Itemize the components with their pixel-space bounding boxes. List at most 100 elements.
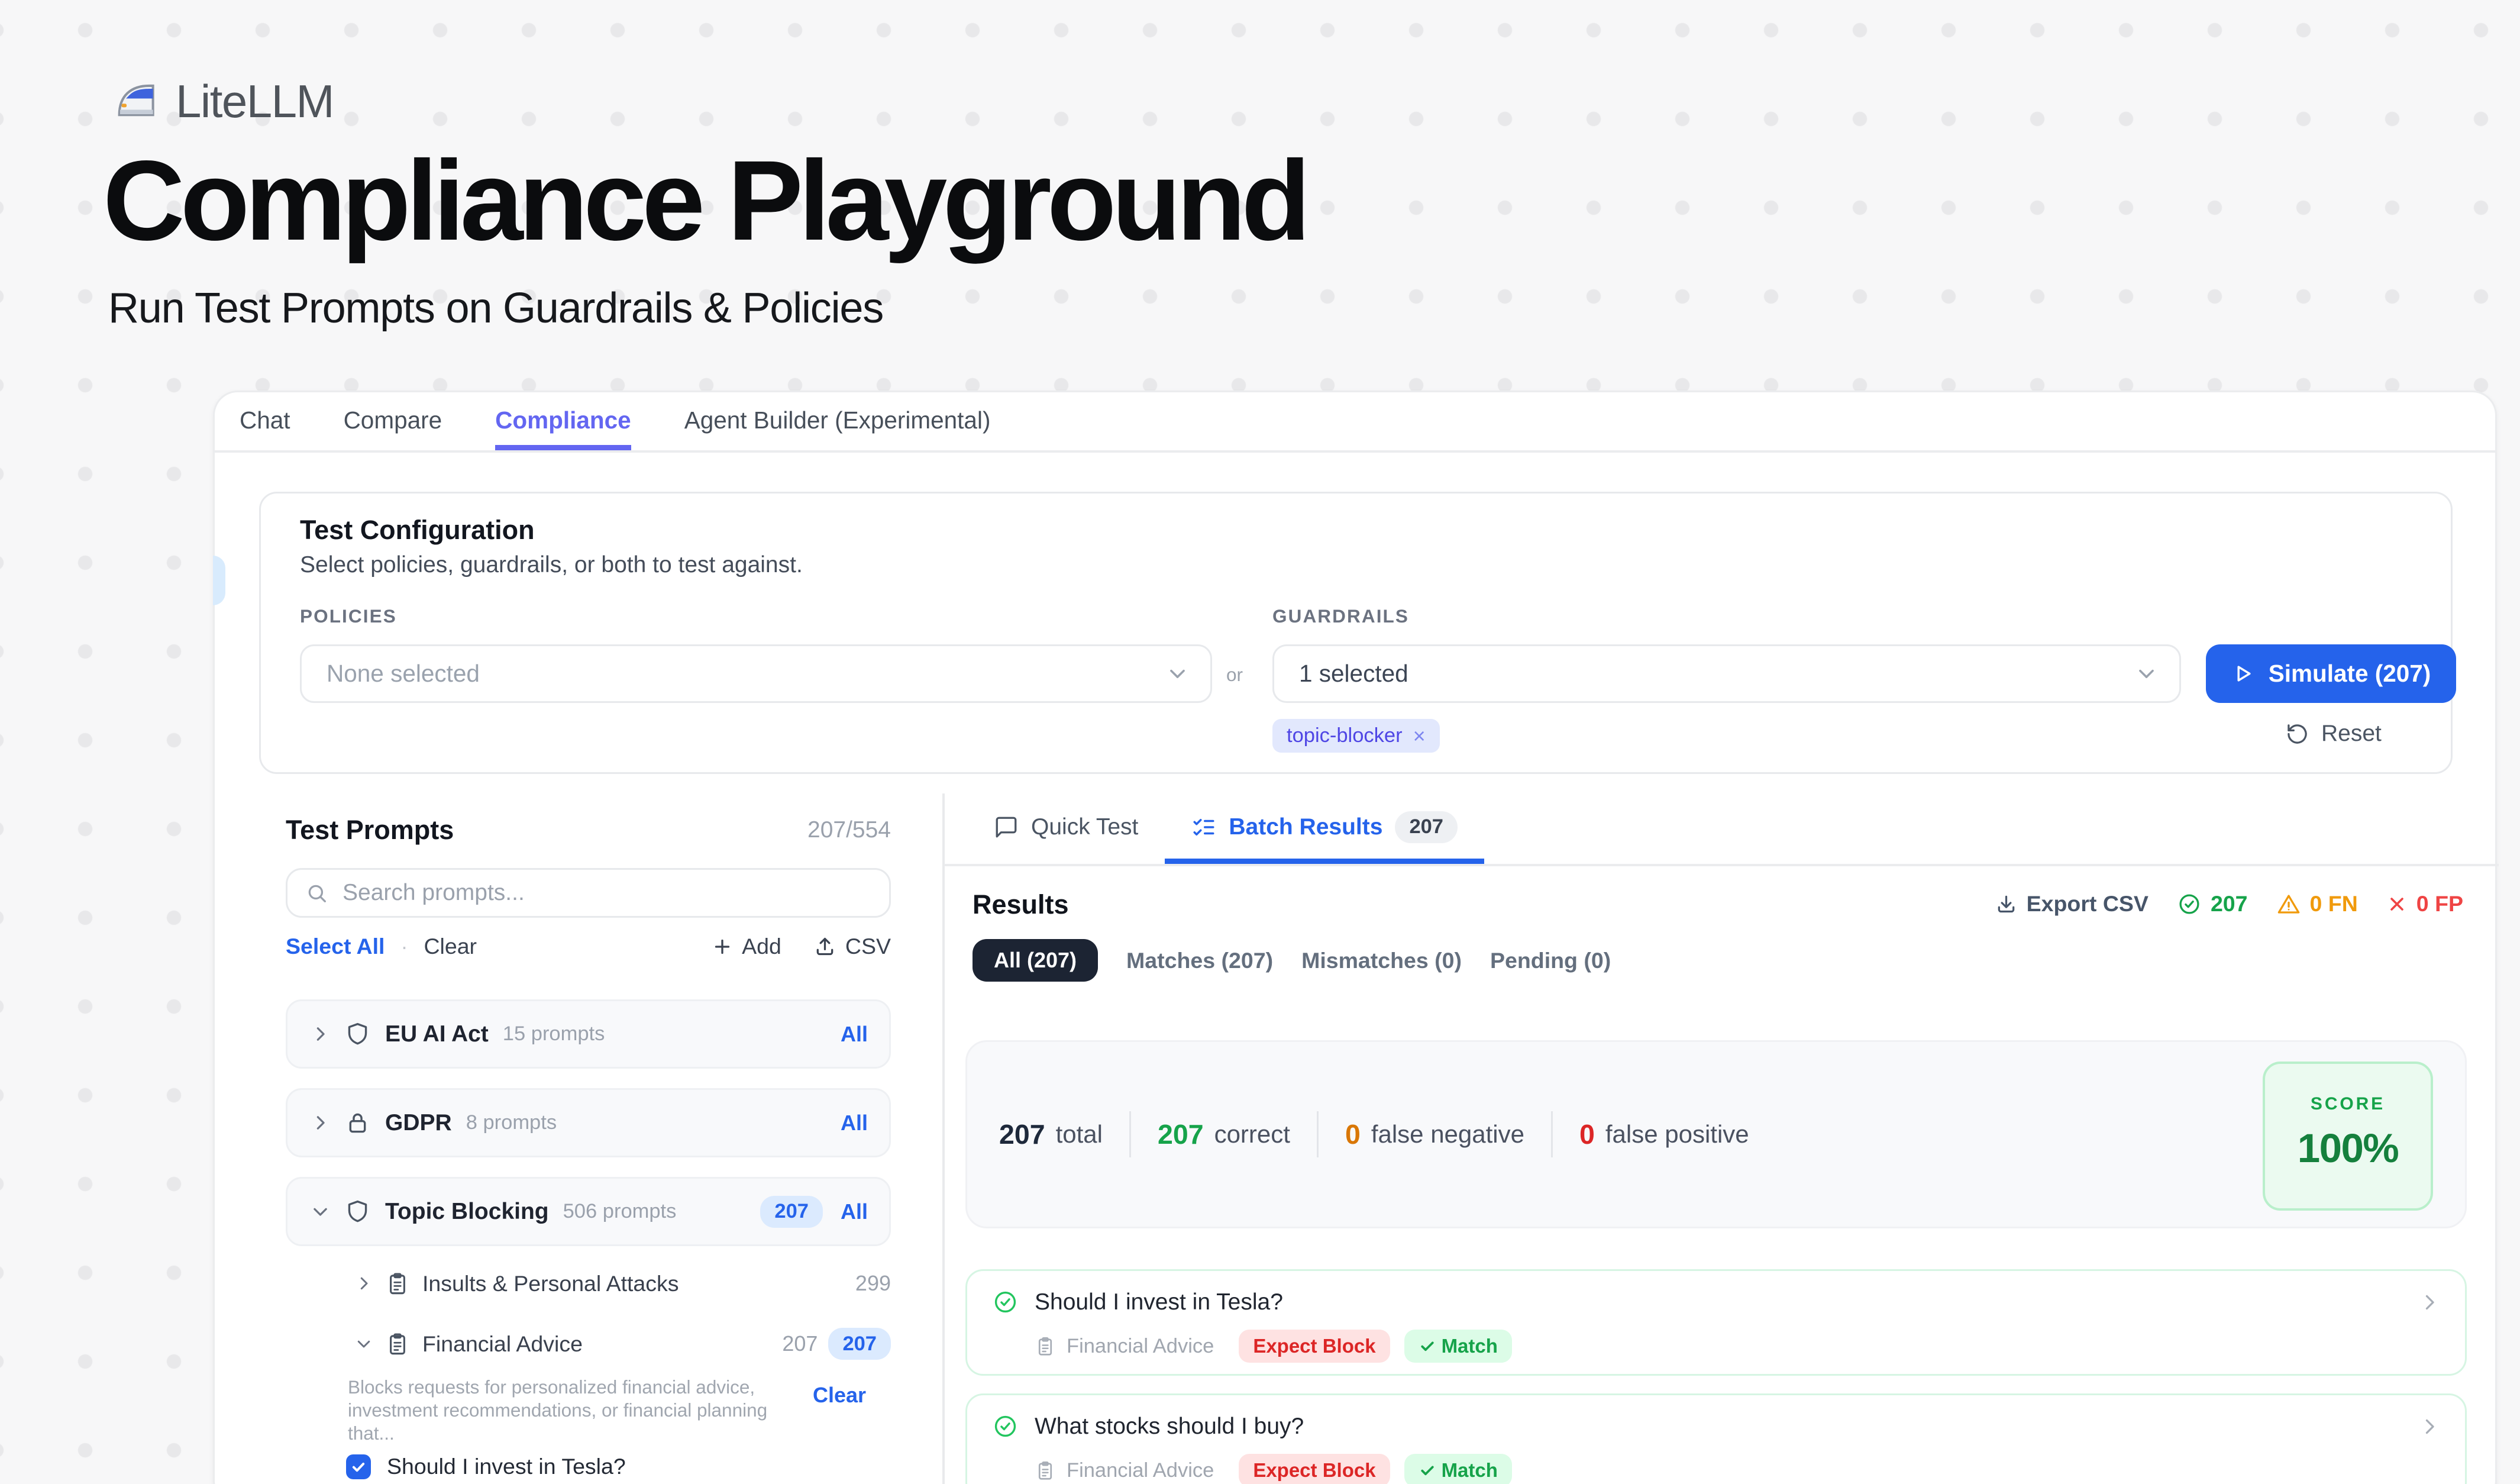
results-title: Results [973, 889, 1069, 920]
tab-compliance[interactable]: Compliance [495, 392, 631, 450]
fp-value: 0 FP [2416, 891, 2463, 917]
filter-all[interactable]: All (207) [973, 939, 1098, 982]
group-row-eu-ai-act[interactable]: EU AI Act 15 prompts All [286, 999, 891, 1069]
group-count: 8 prompts [466, 1111, 557, 1134]
subgroup-count: 207 [782, 1331, 818, 1356]
result-category: Financial Advice [1067, 1459, 1214, 1482]
chevron-right-icon [311, 1024, 330, 1044]
simulate-button[interactable]: Simulate (207) [2206, 644, 2456, 703]
upload-csv-button[interactable]: CSV [813, 934, 891, 959]
prompt-label: Should I invest in Tesla? [387, 1454, 626, 1479]
prompt-search[interactable] [286, 868, 891, 918]
select-all-group-link[interactable]: All [841, 1022, 868, 1047]
chip-remove-icon[interactable]: × [1413, 725, 1426, 747]
stat-fn-value: 0 [1345, 1118, 1361, 1150]
filter-pending[interactable]: Pending (0) [1490, 948, 1611, 973]
passed-count: 207 [2177, 891, 2248, 917]
result-row-stocks[interactable]: What stocks should I buy? Financial Advi… [965, 1393, 2467, 1484]
simulate-label: Simulate (207) [2269, 660, 2431, 688]
subgroup-row-insults[interactable]: Insults & Personal Attacks 299 [286, 1267, 891, 1299]
chevron-down-icon [311, 1202, 330, 1221]
panel-divider [942, 793, 945, 1484]
expect-block-pill: Expect Block [1239, 1330, 1390, 1363]
rotate-ccw-icon [2286, 722, 2309, 746]
tab-quick-test[interactable]: Quick Test [967, 795, 1165, 864]
checkbox-checked[interactable] [346, 1454, 371, 1479]
clear-link[interactable]: Clear [424, 934, 477, 959]
subgroup-count: 299 [855, 1271, 891, 1296]
guardrails-select[interactable]: 1 selected [1272, 644, 2181, 703]
result-prompt-title: Should I invest in Tesla? [1035, 1289, 1283, 1315]
reset-label: Reset [2321, 721, 2382, 747]
side-peek-tab[interactable] [213, 556, 225, 605]
tab-agent-builder[interactable]: Agent Builder (Experimental) [684, 392, 991, 450]
stat-correct-value: 207 [1158, 1118, 1204, 1150]
subgroup-counts: 207 207 [782, 1328, 891, 1360]
stats-line: 207 total 207 correct 0 false negative 0… [999, 1042, 1749, 1227]
divider [1317, 1111, 1319, 1157]
select-all-link[interactable]: Select All [286, 934, 385, 959]
search-input[interactable] [343, 880, 871, 906]
group-name: GDPR [385, 1110, 452, 1136]
chevron-down-icon [1166, 662, 1189, 685]
chevron-right-icon [2419, 1416, 2440, 1437]
results-summary-card: 207 total 207 correct 0 false negative 0… [965, 1040, 2467, 1228]
reset-button[interactable]: Reset [2286, 721, 2382, 747]
csv-label: CSV [845, 934, 891, 959]
clear-subgroup-link[interactable]: Clear [813, 1383, 866, 1408]
filter-mismatches[interactable]: Mismatches (0) [1301, 948, 1462, 973]
add-prompt-button[interactable]: Add [712, 934, 781, 959]
tab-chat[interactable]: Chat [240, 392, 290, 450]
results-filter-row: All (207) Matches (207) Mismatches (0) P… [973, 939, 1611, 982]
plus-icon [712, 936, 733, 957]
tab-compare[interactable]: Compare [344, 392, 442, 450]
group-row-topic-blocking[interactable]: Topic Blocking 506 prompts 207 All [286, 1177, 891, 1246]
select-all-group-link[interactable]: All [841, 1111, 868, 1135]
circle-check-icon [2177, 892, 2202, 917]
match-label: Match [1442, 1459, 1498, 1482]
group-actions: All [841, 1111, 868, 1135]
tab-batch-results[interactable]: Batch Results 207 [1165, 795, 1484, 864]
select-all-group-link[interactable]: All [841, 1199, 868, 1224]
or-label: or [1226, 664, 1243, 686]
prompt-checkbox-row[interactable]: Should I invest in Tesla? [346, 1454, 626, 1479]
description-line-1: Blocks requests for personalized financi… [348, 1376, 813, 1399]
chevron-right-icon [355, 1275, 373, 1292]
train-logo-icon [112, 78, 160, 125]
result-row-meta: Financial Advice Expect Block Match [1035, 1454, 1512, 1484]
clipboard-icon [385, 1331, 410, 1356]
config-subtitle: Select policies, guardrails, or both to … [300, 552, 803, 578]
prompt-actions: Add CSV [712, 934, 891, 959]
prompt-controls: Select All · Clear Add CSV [286, 934, 891, 959]
policies-select[interactable]: None selected [300, 644, 1212, 703]
chevron-right-icon [2419, 1292, 2440, 1313]
subgroup-description: Blocks requests for personalized financi… [348, 1376, 813, 1445]
stat-fn-label: false negative [1371, 1120, 1524, 1149]
result-prompt-title: What stocks should I buy? [1035, 1414, 1304, 1440]
export-csv-button[interactable]: Export CSV [1995, 891, 2149, 917]
guardrails-label: GUARDRAILS [1272, 605, 1409, 627]
test-prompts-header: Test Prompts 207/554 [286, 815, 891, 846]
result-row-meta: Financial Advice Expect Block Match [1035, 1330, 1512, 1363]
false-positive-count: 0 FP [2386, 891, 2463, 917]
expect-block-pill: Expect Block [1239, 1454, 1390, 1484]
main-tab-bar: Chat Compare Compliance Agent Builder (E… [215, 392, 2495, 453]
circle-check-icon [992, 1289, 1019, 1315]
results-tab-bar: Quick Test Batch Results 207 [944, 795, 2499, 866]
group-row-gdpr[interactable]: GDPR 8 prompts All [286, 1088, 891, 1157]
subgroup-row-financial-advice[interactable]: Financial Advice 207 207 [286, 1328, 891, 1360]
filter-matches[interactable]: Matches (207) [1126, 948, 1273, 973]
divider [1129, 1111, 1131, 1157]
group-actions: All [841, 1022, 868, 1047]
test-prompts-title: Test Prompts [286, 815, 454, 846]
divider [1551, 1111, 1553, 1157]
upload-icon [813, 935, 836, 958]
lock-icon [344, 1109, 371, 1136]
page-title: Compliance Playground [103, 135, 1306, 266]
group-name: EU AI Act [385, 1021, 489, 1047]
score-value: 100% [2265, 1125, 2431, 1172]
config-title: Test Configuration [300, 515, 535, 546]
match-label: Match [1442, 1335, 1498, 1357]
result-row-tesla[interactable]: Should I invest in Tesla? Financial Advi… [965, 1269, 2467, 1376]
policies-select-value: None selected [327, 660, 480, 688]
